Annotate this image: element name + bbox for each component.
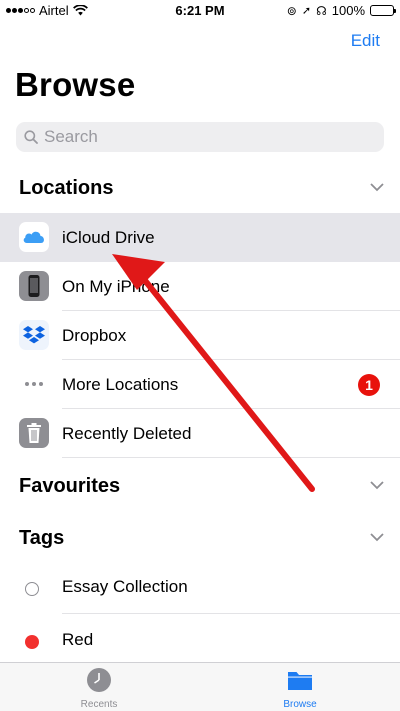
tags-header[interactable]: Tags: [0, 525, 400, 555]
location-row-recently-deleted[interactable]: Recently Deleted: [0, 409, 400, 458]
search-placeholder: Search: [44, 127, 98, 146]
location-icon: ➚: [301, 5, 312, 17]
tag-label: Red: [62, 630, 94, 649]
search-icon: [24, 130, 38, 144]
page-title: Browse: [15, 66, 136, 103]
edit-button[interactable]: Edit: [351, 31, 380, 51]
favourites-header[interactable]: Favourites: [0, 473, 400, 503]
location-row-dropbox[interactable]: Dropbox: [0, 311, 400, 360]
row-divider: [62, 613, 400, 614]
dropbox-icon: [19, 320, 49, 350]
locations-header[interactable]: Locations: [0, 175, 400, 205]
tab-recents[interactable]: Recents: [59, 667, 139, 710]
icloud-icon: [19, 222, 49, 252]
row-divider: [62, 457, 400, 458]
battery-percent: 100%: [331, 3, 365, 18]
status-bar: Airtel 6:21 PM ⊚ ➚ ☊ 100%: [0, 0, 400, 22]
favourites-title: Favourites: [19, 475, 121, 497]
status-right: ⊚ ➚ ☊ 100%: [286, 3, 396, 18]
location-label: iCloud Drive: [62, 227, 155, 247]
location-label: Dropbox: [62, 325, 127, 345]
folder-icon: [288, 672, 312, 690]
tag-row-red[interactable]: Red: [0, 617, 400, 667]
iphone-icon: [19, 271, 49, 301]
battery-icon: [370, 5, 396, 16]
tags-title: Tags: [19, 527, 65, 549]
location-row-more-locations[interactable]: More Locations 1: [0, 360, 400, 409]
location-label: More Locations: [62, 374, 179, 394]
notification-badge: 1: [358, 374, 380, 396]
tab-browse[interactable]: Browse: [260, 667, 340, 710]
tag-row-essay-collection[interactable]: Essay Collection: [0, 564, 400, 614]
chevron-down-icon[interactable]: [370, 533, 384, 542]
search-input[interactable]: Search: [16, 122, 384, 152]
location-label: On My iPhone: [62, 276, 170, 296]
tag-color-dot: [25, 582, 39, 596]
trash-icon: [19, 418, 49, 448]
tab-recents-label: Recents: [80, 699, 118, 710]
clock-icon: [87, 668, 111, 692]
more-icon: [19, 369, 49, 399]
location-label: Recently Deleted: [62, 423, 192, 443]
location-row-icloud-drive[interactable]: iCloud Drive: [0, 213, 400, 262]
location-row-on-my-iphone[interactable]: On My iPhone: [0, 262, 400, 311]
tab-bar: Recents Browse: [0, 662, 400, 711]
tag-color-dot: [25, 635, 39, 649]
tab-browse-label: Browse: [283, 699, 317, 710]
lock-rotation-icon: ⊚: [286, 3, 297, 18]
locations-title: Locations: [19, 177, 114, 199]
chevron-down-icon[interactable]: [370, 481, 384, 490]
headphones-icon: ☊: [316, 3, 327, 18]
tag-label: Essay Collection: [62, 577, 188, 596]
chevron-down-icon[interactable]: [370, 183, 384, 192]
